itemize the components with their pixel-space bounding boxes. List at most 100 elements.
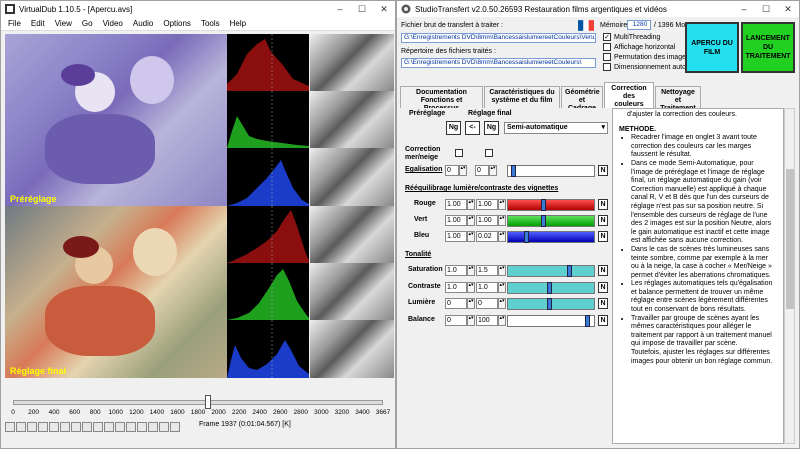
timeline[interactable]: 0 200 400 600 800 1000 1200 1400 1600 1800 2000 220… <box>5 393 393 421</box>
option-3-checkbox[interactable]: Dimensionnement auto <box>603 63 686 71</box>
spin-icon[interactable]: ▴▾ <box>498 298 506 309</box>
minimize-icon[interactable]: – <box>329 4 351 14</box>
memory-input[interactable]: 1280 <box>627 20 651 30</box>
play-output-icon[interactable] <box>27 422 37 432</box>
mark-in-icon[interactable] <box>126 422 136 432</box>
mark-icon-icon[interactable] <box>148 422 158 432</box>
close-icon[interactable]: ✕ <box>777 4 799 15</box>
saturation-final-input[interactable]: 1.5 <box>476 265 498 276</box>
end-icon[interactable] <box>93 422 103 432</box>
slider-thumb[interactable] <box>541 199 546 211</box>
contraste-final-input[interactable]: 1.0 <box>476 282 498 293</box>
dest-dir-input[interactable]: G:\Enregistrements DVD\8mm\Bancessaislum… <box>401 58 596 68</box>
close-icon[interactable]: ✕ <box>373 4 395 15</box>
rouge-slider[interactable] <box>507 199 595 211</box>
spin-icon[interactable]: ▴▾ <box>467 298 475 309</box>
spin-icon[interactable]: ▴▾ <box>467 231 475 242</box>
preset-neg-button[interactable]: Ng <box>446 121 461 135</box>
checkbox-icon[interactable] <box>603 63 611 71</box>
tab-geometry[interactable]: Géométrie et Cadrage <box>561 86 603 112</box>
equalization-neutral-button[interactable]: N <box>598 165 608 176</box>
balance-preset-input[interactable]: 0 <box>445 315 467 326</box>
checkbox-icon[interactable] <box>603 43 611 51</box>
spin-icon[interactable]: ▴▾ <box>459 165 467 176</box>
timeline-track[interactable] <box>13 400 383 405</box>
checkbox-icon[interactable]: ✓ <box>603 33 611 41</box>
vert-slider[interactable] <box>507 215 595 227</box>
contraste-preset-input[interactable]: 1.0 <box>445 282 467 293</box>
bleu-slider[interactable] <box>507 231 595 243</box>
launch-processing-button[interactable]: LANCEMENT DU TRAITEMENT <box>741 22 795 73</box>
equalization-slider[interactable] <box>507 165 595 177</box>
checkbox-icon[interactable] <box>603 53 611 61</box>
tab-cleaning[interactable]: Nettoyage et Traitement <box>655 86 701 112</box>
source-file-input[interactable]: G:\Enregistrements DVD\8mm\Bancessaislum… <box>401 33 596 43</box>
balance-final-input[interactable]: 100 <box>476 315 498 326</box>
slider-thumb[interactable] <box>547 298 552 310</box>
slider-thumb[interactable] <box>524 231 529 243</box>
next-frame-icon[interactable] <box>71 422 81 432</box>
option-0-checkbox[interactable]: ✓ MultiThreading <box>603 33 660 41</box>
equalization-final-input[interactable]: 0 <box>475 165 489 176</box>
menu-item-help[interactable]: Help <box>225 19 251 28</box>
start-icon[interactable] <box>38 422 48 432</box>
menu-item-file[interactable]: File <box>3 19 26 28</box>
spin-icon[interactable]: ▴▾ <box>498 315 506 326</box>
equalization-preset-input[interactable]: 0 <box>445 165 459 176</box>
option-2-checkbox[interactable]: Permutation des images <box>603 53 689 61</box>
rouge-final-input[interactable]: 1.00 <box>476 199 498 210</box>
french-flag-icon[interactable] <box>578 20 594 31</box>
maximize-icon[interactable]: ☐ <box>351 4 373 15</box>
lumiere-preset-input[interactable]: 0 <box>445 298 467 309</box>
menu-item-video[interactable]: Video <box>98 19 128 28</box>
balance-neutral-button[interactable]: N <box>598 315 608 326</box>
spin-icon[interactable]: ▴▾ <box>467 282 475 293</box>
stop-icon[interactable] <box>5 422 15 432</box>
sel-start-icon[interactable] <box>159 422 169 432</box>
play-icon[interactable] <box>16 422 26 432</box>
maximize-icon[interactable]: ☐ <box>755 4 777 15</box>
menu-item-tools[interactable]: Tools <box>196 19 225 28</box>
prev-key-icon[interactable] <box>49 422 59 432</box>
vert-neutral-button[interactable]: N <box>598 215 608 226</box>
menu-item-options[interactable]: Options <box>158 19 196 28</box>
lumiere-neutral-button[interactable]: N <box>598 298 608 309</box>
lumiere-final-input[interactable]: 0 <box>476 298 498 309</box>
scene-fwd-icon[interactable] <box>115 422 125 432</box>
scrollbar-thumb[interactable] <box>786 169 794 309</box>
rouge-neutral-button[interactable]: N <box>598 199 608 210</box>
bleu-neutral-button[interactable]: N <box>598 231 608 242</box>
menu-item-view[interactable]: View <box>50 19 77 28</box>
sea-snow-preset-checkbox[interactable] <box>455 149 463 157</box>
contraste-slider[interactable] <box>507 282 595 294</box>
spin-icon[interactable]: ▴▾ <box>498 215 506 226</box>
tab-color-correction[interactable]: Correction des couleurs <box>604 82 654 108</box>
sea-snow-final-checkbox[interactable] <box>485 149 493 157</box>
slider-thumb[interactable] <box>541 215 546 227</box>
final-neg-button[interactable]: Ng <box>484 121 499 135</box>
contraste-neutral-button[interactable]: N <box>598 282 608 293</box>
menu-item-go[interactable]: Go <box>77 19 98 28</box>
tab-characteristics[interactable]: Caractéristiques du système et du film <box>484 86 560 108</box>
sel-end-icon[interactable] <box>170 422 180 432</box>
spin-icon[interactable]: ▴▾ <box>498 199 506 210</box>
saturation-preset-input[interactable]: 1.0 <box>445 265 467 276</box>
vert-final-input[interactable]: 1.00 <box>476 215 498 226</box>
copy-to-final-button[interactable]: <- <box>465 121 480 135</box>
timeline-thumb[interactable] <box>205 395 212 409</box>
scene-back-icon[interactable] <box>104 422 114 432</box>
mark-out-icon[interactable] <box>137 422 147 432</box>
spin-icon[interactable]: ▴▾ <box>467 265 475 276</box>
spin-icon[interactable]: ▴▾ <box>498 265 506 276</box>
bleu-final-input[interactable]: 0.02 <box>476 231 498 242</box>
vert-preset-input[interactable]: 1.00 <box>445 215 467 226</box>
spin-icon[interactable]: ▴▾ <box>498 282 506 293</box>
saturation-slider[interactable] <box>507 265 595 277</box>
spin-icon[interactable]: ▴▾ <box>498 231 506 242</box>
preview-film-button[interactable]: APERCU DU FILM <box>685 22 739 73</box>
help-scrollbar[interactable] <box>784 108 795 444</box>
menu-item-audio[interactable]: Audio <box>128 19 158 28</box>
spin-icon[interactable]: ▴▾ <box>467 199 475 210</box>
lumiere-slider[interactable] <box>507 298 595 310</box>
spin-icon[interactable]: ▴▾ <box>467 215 475 226</box>
